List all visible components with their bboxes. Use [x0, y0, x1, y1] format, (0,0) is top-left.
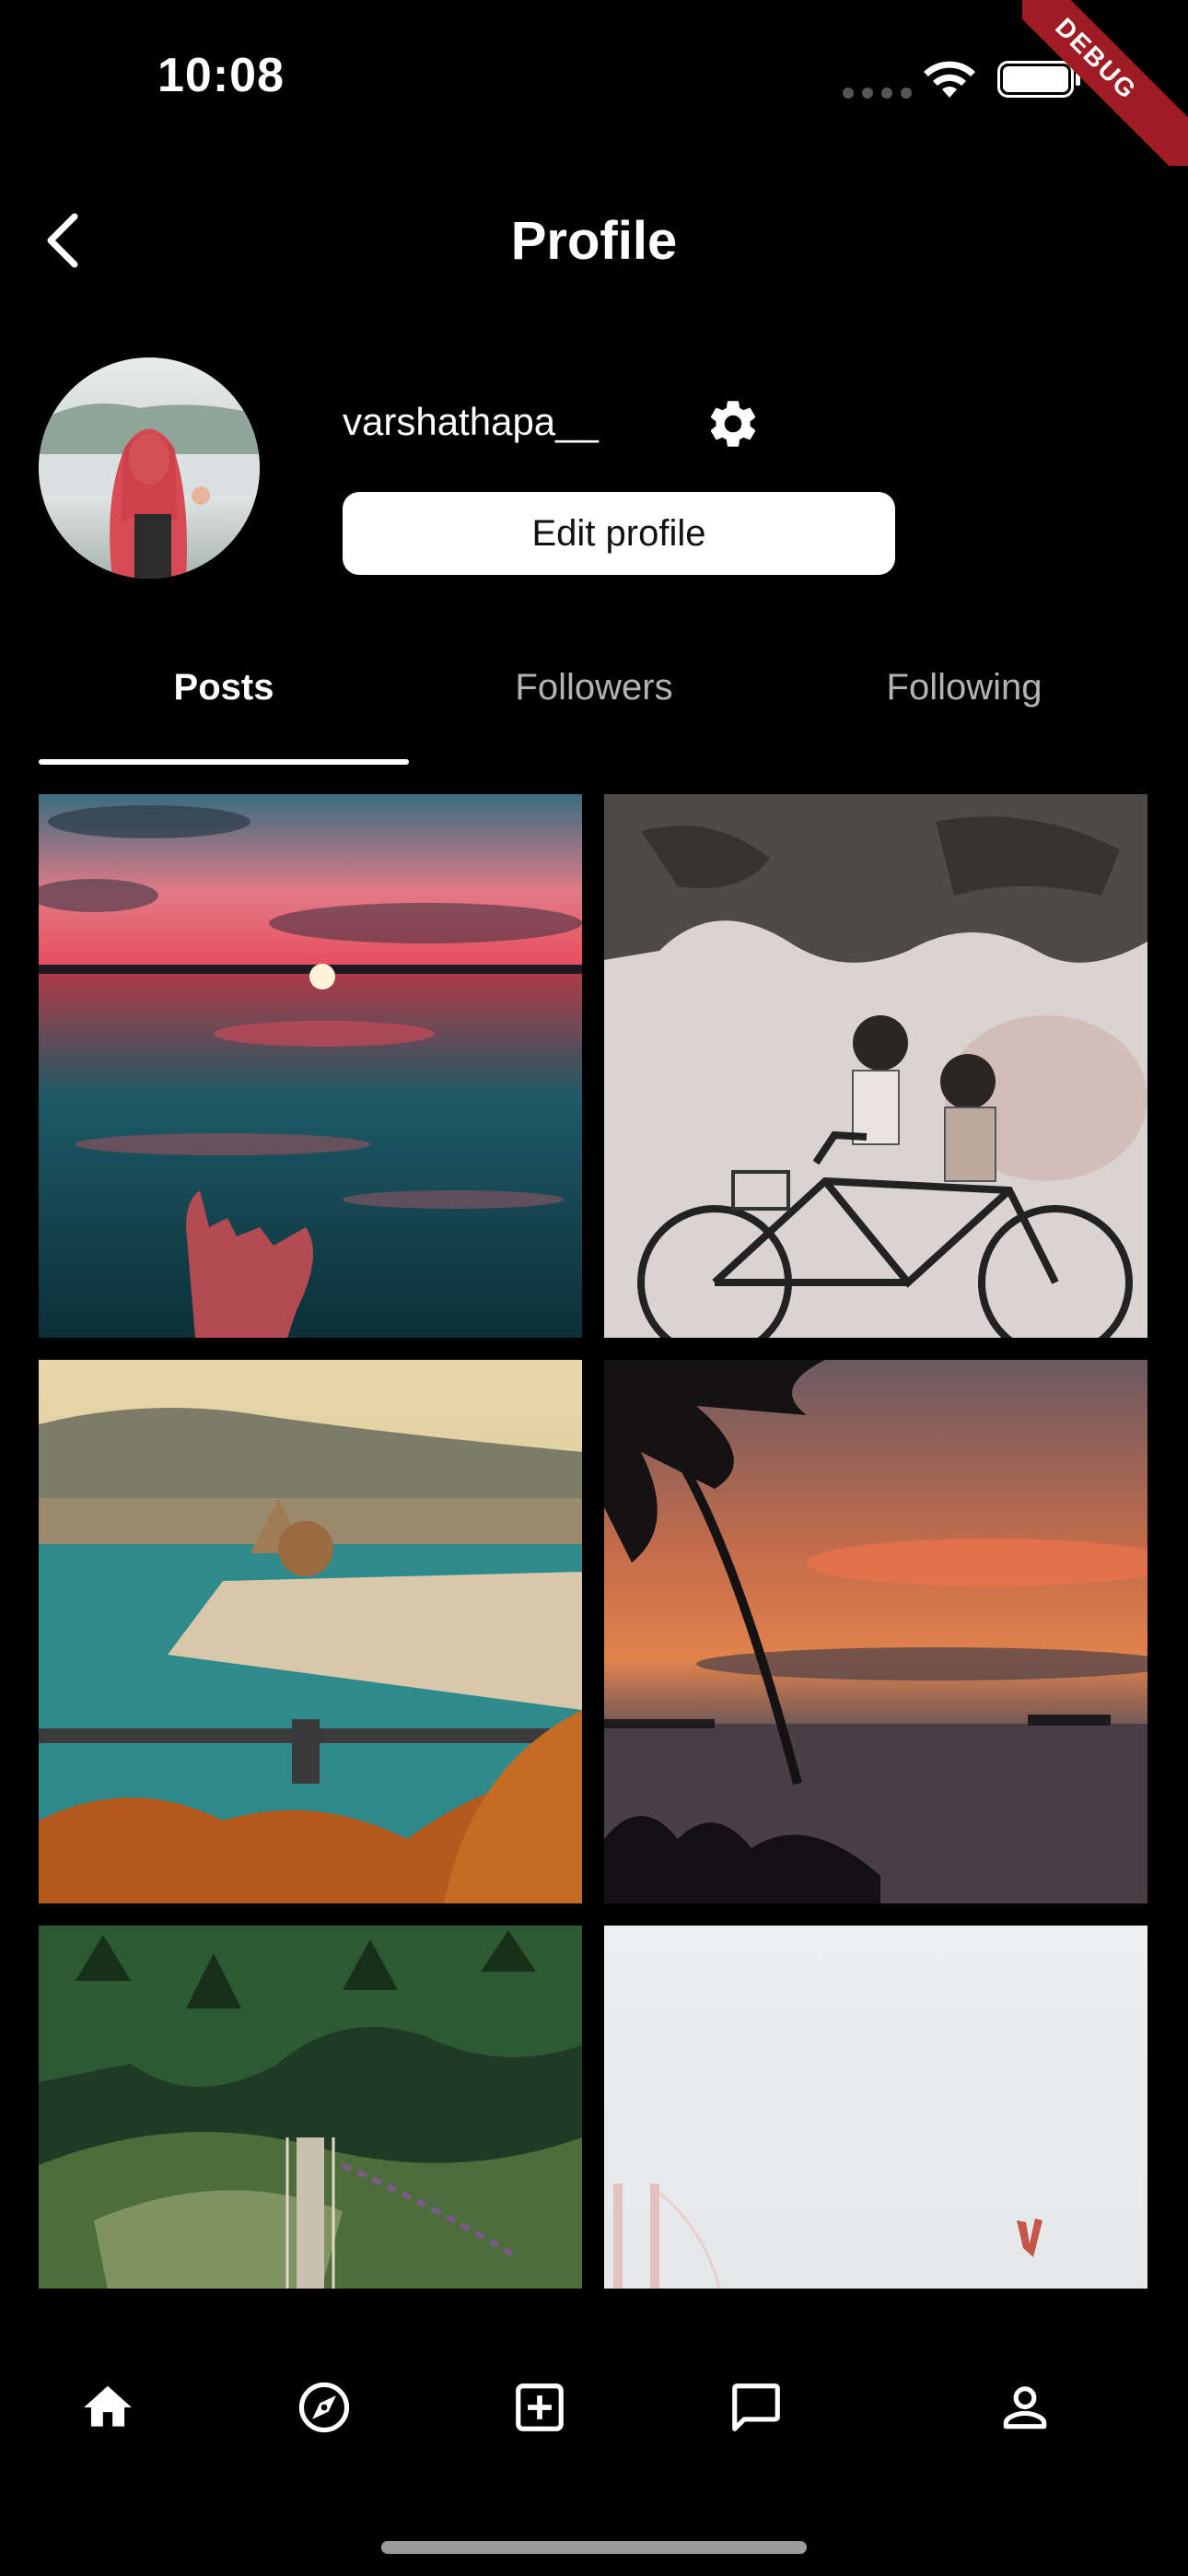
username: varshathapa__	[343, 400, 599, 443]
post-thumbnail[interactable]	[39, 794, 582, 1338]
page-title: Profile	[510, 211, 678, 271]
wifi-icon	[924, 61, 975, 98]
debug-banner: DEBUG	[1022, 0, 1188, 166]
tab-followers[interactable]: Followers	[409, 667, 779, 708]
post-thumbnail[interactable]	[604, 794, 1147, 1338]
post-thumbnail[interactable]	[39, 1926, 582, 2289]
home-indicator[interactable]	[381, 2541, 807, 2554]
post-thumbnail[interactable]	[604, 1360, 1147, 1903]
nav-explore[interactable]	[283, 2366, 366, 2449]
avatar-photo	[39, 357, 260, 579]
tab-following[interactable]: Following	[779, 667, 1149, 708]
profile-tabs: Posts Followers Following	[39, 645, 1149, 765]
status-bar: 10:08 DEBUG	[0, 0, 1188, 166]
add-post-icon	[516, 2383, 564, 2431]
settings-button[interactable]	[700, 391, 766, 457]
nav-home[interactable]	[66, 2366, 149, 2449]
edit-profile-button[interactable]: Edit profile	[343, 492, 895, 575]
active-tab-indicator	[39, 759, 409, 765]
app-bar: Profile	[0, 184, 1188, 295]
chat-icon	[732, 2383, 780, 2431]
nav-messages[interactable]	[715, 2366, 798, 2449]
nav-profile[interactable]	[984, 2366, 1066, 2449]
gear-icon	[710, 401, 756, 447]
debug-label: DEBUG	[1022, 0, 1188, 166]
post-thumbnail[interactable]	[604, 1926, 1147, 2289]
posts-grid	[39, 794, 1149, 2289]
status-time: 10:08	[157, 49, 285, 102]
explore-icon	[298, 2382, 350, 2433]
home-icon	[84, 2385, 132, 2427]
nav-add-post[interactable]	[498, 2366, 581, 2449]
bottom-navigation	[0, 2340, 1188, 2469]
profile-icon	[1003, 2386, 1047, 2430]
tab-posts[interactable]: Posts	[39, 667, 409, 708]
avatar[interactable]	[39, 357, 260, 579]
post-thumbnail[interactable]	[39, 1360, 582, 1903]
cellular-signal-icon	[843, 88, 912, 99]
